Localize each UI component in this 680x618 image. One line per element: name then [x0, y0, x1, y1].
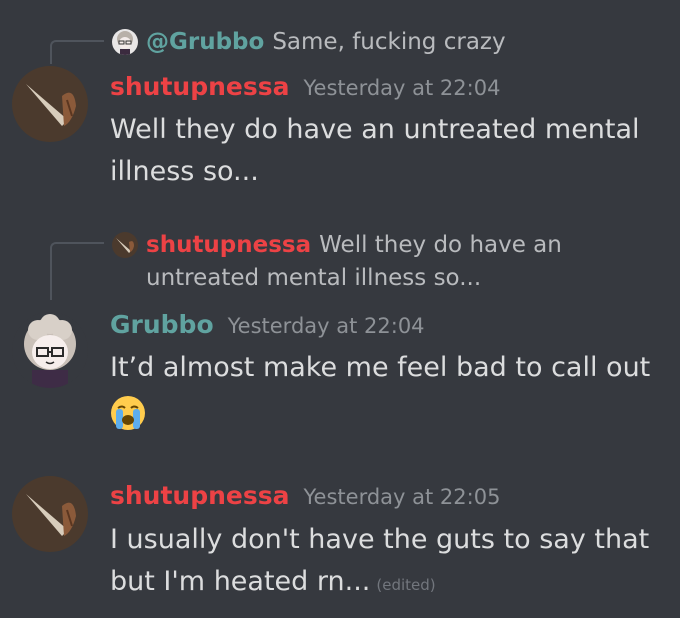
username[interactable]: shutupnessa	[110, 481, 290, 510]
reply-connector	[50, 242, 104, 300]
reply-text[interactable]: Same, fucking crazy	[272, 26, 505, 59]
reply-username[interactable]: shutupnessa	[146, 232, 311, 258]
timestamp[interactable]: Yesterday at 22:05	[304, 485, 501, 509]
message-content: I usually don't have the guts to say tha…	[110, 519, 655, 606]
message-text: It’d almost make me feel bad to call out	[110, 352, 651, 383]
message-header: shutupnessa Yesterday at 22:04	[110, 72, 500, 101]
reply-mention[interactable]: @Grubbo	[146, 26, 264, 59]
edited-marker: (edited)	[376, 576, 436, 594]
grubbo-mini-avatar	[112, 29, 138, 55]
reply-text-block: shutupnessa Well they do have an untreate…	[146, 229, 652, 295]
reply-preview[interactable]: shutupnessa Well they do have an untreate…	[112, 229, 652, 295]
reply-connector	[50, 40, 104, 64]
avatar[interactable]	[12, 66, 88, 142]
timestamp[interactable]: Yesterday at 22:04	[304, 76, 501, 100]
message-header: shutupnessa Yesterday at 22:05	[110, 481, 500, 510]
message-header: Grubbo Yesterday at 22:04	[110, 310, 425, 339]
message-content: Well they do have an untreated mental il…	[110, 114, 640, 187]
avatar[interactable]	[12, 312, 88, 388]
username[interactable]: Grubbo	[110, 310, 214, 339]
shutupnessa-mini-avatar	[112, 232, 138, 258]
reply-preview[interactable]: @Grubbo Same, fucking crazy	[112, 26, 652, 59]
loudly-crying-face-emoji[interactable]	[110, 395, 146, 431]
message-content: It’d almost make me feel bad to call out	[110, 347, 655, 444]
avatar[interactable]	[12, 476, 88, 552]
timestamp[interactable]: Yesterday at 22:04	[228, 314, 425, 338]
username[interactable]: shutupnessa	[110, 72, 290, 101]
